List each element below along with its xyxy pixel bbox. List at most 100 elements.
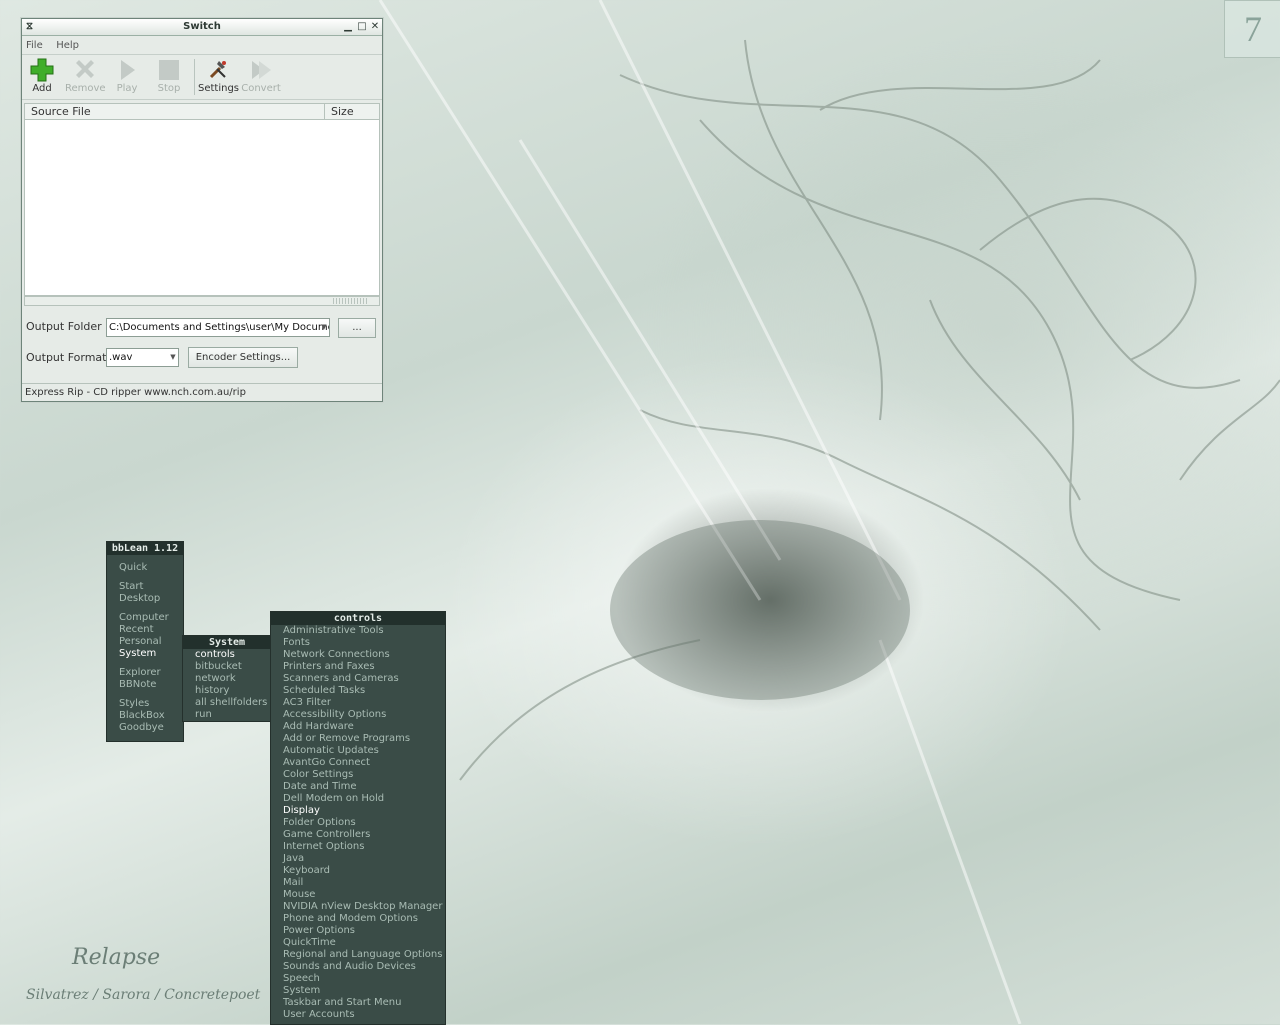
horizontal-scrollbar[interactable] (24, 296, 380, 306)
minimize-icon[interactable]: ▁ (342, 19, 354, 35)
controls-menu-item[interactable]: AvantGo Connect (271, 757, 445, 769)
controls-menu-item[interactable]: QuickTime (271, 937, 445, 949)
controls-menu-item[interactable]: Phone and Modem Options (271, 913, 445, 925)
controls-menu-item[interactable]: Internet Options (271, 841, 445, 853)
controls-menu-item[interactable]: NVIDIA nView Desktop Manager (271, 901, 445, 913)
wallpaper-authors: Silvatrez / Sarora / Concretepoet (26, 987, 261, 1003)
controls-menu-item[interactable]: Java (271, 853, 445, 865)
controls-menu-item[interactable]: Mail (271, 877, 445, 889)
menu-item-explorer[interactable]: Explorer (107, 667, 183, 679)
controls-menu-item[interactable]: User Accounts (271, 1009, 445, 1021)
controls-menu-item[interactable]: Keyboard (271, 865, 445, 877)
settings-icon (209, 61, 226, 79)
menu-file[interactable]: File (26, 40, 43, 51)
controls-menu-item[interactable]: Scanners and Cameras (271, 673, 445, 685)
controls-menu-item[interactable]: Sounds and Audio Devices (271, 961, 445, 973)
bblean-menu-title[interactable]: bbLean 1.12 (107, 542, 183, 555)
output-folder-field[interactable]: C:\Documents and Settings\user\My Docume… (106, 318, 330, 337)
menu-help[interactable]: Help (56, 40, 79, 51)
menu-item-styles[interactable]: Styles (107, 698, 183, 710)
chevron-down-icon[interactable]: ▼ (169, 350, 177, 365)
menu-bar: File Help (22, 36, 382, 55)
system-submenu: System controls bitbucket network history al… (182, 635, 272, 722)
toolbar: Add Remove Play Stop Settings Convert (22, 55, 382, 100)
column-divider[interactable] (324, 104, 325, 119)
system-menu-item[interactable]: history (183, 685, 271, 697)
wallpaper-title: Relapse (72, 945, 161, 970)
add-icon (30, 58, 54, 82)
controls-menu-item[interactable]: Mouse (271, 889, 445, 901)
menu-item-personal[interactable]: Personal (107, 636, 183, 648)
controls-menu-item[interactable]: Dell Modem on Hold (271, 793, 445, 805)
output-folder-label: Output Folder (26, 320, 102, 333)
stop-button[interactable]: Stop (149, 57, 189, 97)
toolbar-separator (194, 59, 195, 95)
controls-menu-item[interactable]: Administrative Tools (271, 625, 445, 637)
controls-menu-item[interactable]: Game Controllers (271, 829, 445, 841)
maximize-icon[interactable]: □ (356, 19, 368, 35)
controls-menu-item[interactable]: Power Options (271, 925, 445, 937)
window-title: Switch (183, 21, 221, 32)
controls-menu-item[interactable]: Automatic Updates (271, 745, 445, 757)
controls-menu-item[interactable]: Taskbar and Start Menu (271, 997, 445, 1009)
menu-item-goodbye[interactable]: Goodbye (107, 722, 183, 734)
remove-icon (76, 60, 94, 78)
status-bar: Express Rip - CD ripper www.nch.com.au/r… (22, 383, 382, 401)
menu-item-start[interactable]: Start (107, 581, 183, 593)
menu-item-desktop[interactable]: Desktop (107, 593, 183, 605)
play-button[interactable]: Play (107, 57, 147, 97)
controls-menu-item[interactable]: Fonts (271, 637, 445, 649)
encoder-settings-button[interactable]: Encoder Settings... (188, 347, 298, 368)
system-menu-item[interactable]: run (183, 709, 271, 721)
controls-menu-item[interactable]: Regional and Language Options (271, 949, 445, 961)
browse-button[interactable]: ... (338, 318, 376, 338)
scroll-grip[interactable] (333, 298, 369, 304)
controls-menu-item[interactable]: Scheduled Tasks (271, 685, 445, 697)
menu-item-blackbox[interactable]: BlackBox (107, 710, 183, 722)
controls-menu-item[interactable]: Folder Options (271, 817, 445, 829)
controls-menu-item[interactable]: Color Settings (271, 769, 445, 781)
controls-menu-item[interactable]: Display (271, 805, 445, 817)
file-list[interactable] (24, 120, 380, 296)
output-format-label: Output Format (26, 351, 107, 364)
hourglass-icon[interactable]: ⧖ (26, 19, 33, 35)
menu-item-bbnote[interactable]: BBNote (107, 679, 183, 691)
menu-item-system[interactable]: System (107, 648, 183, 660)
menu-item-quick[interactable]: Quick (107, 562, 183, 574)
controls-menu-item[interactable]: Date and Time (271, 781, 445, 793)
system-menu-item[interactable]: controls (183, 649, 271, 661)
controls-menu-item[interactable]: Add Hardware (271, 721, 445, 733)
controls-menu-item[interactable]: Speech (271, 973, 445, 985)
controls-menu-item[interactable]: Add or Remove Programs (271, 733, 445, 745)
convert-button[interactable]: Convert (241, 57, 281, 97)
chevron-down-icon[interactable]: ▼ (320, 320, 328, 335)
system-menu-item[interactable]: all shellfolders (183, 697, 271, 709)
controls-menu-item[interactable]: AC3 Filter (271, 697, 445, 709)
controls-submenu: controls Administrative Tools Fonts Networ… (270, 611, 446, 1025)
close-icon[interactable]: ✕ (369, 19, 381, 35)
controls-menu-item[interactable]: Network Connections (271, 649, 445, 661)
menu-item-recent[interactable]: Recent (107, 624, 183, 636)
controls-submenu-title[interactable]: controls (271, 612, 445, 625)
switch-window: ⧖ Switch ▁ □ ✕ File Help Add Remove Play (21, 18, 383, 402)
system-submenu-title[interactable]: System (183, 636, 271, 649)
play-icon (121, 60, 135, 80)
remove-button[interactable]: Remove (65, 57, 106, 97)
window-titlebar[interactable]: ⧖ Switch ▁ □ ✕ (22, 19, 382, 36)
column-size[interactable]: Size (331, 105, 354, 118)
output-format-select[interactable]: .wav ▼ (106, 348, 179, 367)
controls-menu-item[interactable]: Printers and Faxes (271, 661, 445, 673)
corner-widget[interactable]: 7 (1224, 0, 1280, 58)
settings-button[interactable]: Settings (198, 57, 239, 97)
system-menu-item[interactable]: bitbucket (183, 661, 271, 673)
file-list-header: Source File Size (24, 103, 380, 120)
column-source-file[interactable]: Source File (31, 105, 91, 118)
stop-icon (159, 60, 179, 80)
menu-item-computer[interactable]: Computer (107, 612, 183, 624)
controls-menu-item[interactable]: System (271, 985, 445, 997)
convert-icon (252, 61, 271, 79)
bblean-menu: bbLean 1.12 Quick Start Desktop Computer… (106, 541, 184, 742)
add-button[interactable]: Add (22, 57, 62, 97)
controls-menu-item[interactable]: Accessibility Options (271, 709, 445, 721)
system-menu-item[interactable]: network (183, 673, 271, 685)
